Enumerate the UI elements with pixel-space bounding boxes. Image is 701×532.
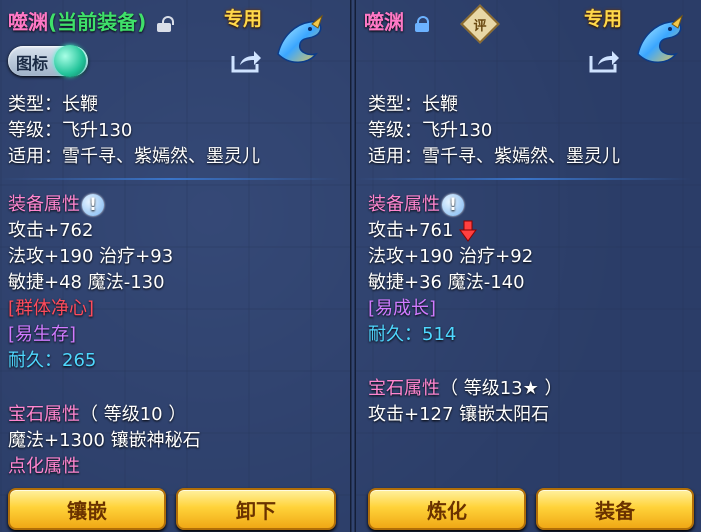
share-icon[interactable]: [230, 48, 262, 74]
review-badge-icon[interactable]: 评: [460, 4, 500, 44]
attr-agility-mana: 敏捷+36 魔法-140: [368, 272, 525, 293]
gem-level: （ 等级10 ）: [80, 404, 187, 425]
item-name: 噬渊: [8, 10, 48, 34]
exclusive-tag: 专用: [584, 8, 623, 30]
exclusive-tag: 专用: [224, 8, 263, 30]
attr-magic-heal: 法攻+190 治疗+92: [368, 246, 534, 267]
attr-attack: 攻击+761: [368, 220, 454, 241]
lock-icon[interactable]: [414, 15, 429, 32]
equip-button[interactable]: 装备: [536, 488, 694, 530]
dragon-emblem-icon: [277, 14, 324, 63]
item-name-title: 噬渊(当前装备): [8, 6, 175, 35]
item-type: 类型：长鞭: [368, 94, 458, 115]
info-icon[interactable]: [82, 192, 104, 218]
item-basic-info: 类型：长鞭 等级：飞升130 适用：雪千寻、紫嫣然、墨灵儿: [368, 92, 620, 170]
item-name-title: 噬渊: [364, 6, 429, 35]
refine-button[interactable]: 炼化: [368, 488, 526, 530]
unlock-icon[interactable]: [157, 15, 175, 32]
durability: 耐久：265: [8, 350, 97, 371]
item-type: 类型：长鞭: [8, 94, 98, 115]
gem-line: 攻击+127 镶嵌太阳石: [368, 404, 550, 425]
gem-attributes: 宝石属性（ 等级10 ） 魔法+1300 镶嵌神秘石 点化属性: [8, 402, 201, 480]
arrow-down-icon: [459, 220, 478, 242]
item-applies: 适用：雪千寻、紫嫣然、墨灵儿: [8, 146, 260, 167]
unequip-button[interactable]: 卸下: [176, 488, 336, 530]
attr-attack: 攻击+762: [8, 220, 94, 241]
icon-toggle-switch[interactable]: 图标: [8, 45, 88, 77]
gem-title: 宝石属性: [368, 378, 440, 399]
special-effect: [群体净心]: [8, 298, 95, 319]
inlay-button[interactable]: 镶嵌: [8, 488, 166, 530]
dragon-emblem-icon: [637, 14, 684, 63]
durability: 耐久：514: [368, 324, 457, 345]
equip-status: (当前装备): [48, 10, 147, 34]
special-effect: [易成长]: [368, 298, 437, 319]
equipped-item-panel: 噬渊(当前装备) 专用 图标 类型：长鞭 等级：飞升130 适用：雪千寻、紫嫣然…: [0, 0, 350, 532]
section-divider: [0, 178, 340, 180]
equip-attributes: 装备属性 攻击+761 法攻+190 治疗+92 敏捷+36 魔法-140 [易…: [368, 192, 533, 348]
compare-item-panel: 噬渊 评 专用 类型：长鞭 等级：飞升130 适用：雪千寻、紫嫣然、墨灵儿 装备…: [356, 0, 701, 532]
item-name: 噬渊: [364, 10, 404, 34]
attr-title: 装备属性: [368, 194, 440, 215]
attr-agility-mana: 敏捷+48 魔法-130: [8, 272, 165, 293]
attr-title: 装备属性: [8, 194, 80, 215]
special-effect-secondary: [易生存]: [8, 324, 77, 345]
gem-attributes: 宝石属性（ 等级13★ ） 攻击+127 镶嵌太阳石: [368, 376, 562, 428]
share-icon[interactable]: [588, 48, 620, 74]
refine-title: 点化属性: [8, 456, 80, 477]
gem-level: （ 等级13★ ）: [440, 378, 563, 399]
section-divider: [356, 178, 691, 180]
equip-attributes: 装备属性 攻击+762 法攻+190 治疗+93 敏捷+48 魔法-130 [群…: [8, 192, 173, 374]
gem-line: 魔法+1300 镶嵌神秘石: [8, 430, 201, 451]
item-applies: 适用：雪千寻、紫嫣然、墨灵儿: [368, 146, 620, 167]
gem-title: 宝石属性: [8, 404, 80, 425]
item-basic-info: 类型：长鞭 等级：飞升130 适用：雪千寻、紫嫣然、墨灵儿: [8, 92, 260, 170]
toggle-knob: [54, 45, 86, 77]
item-level: 等级：飞升130: [8, 120, 133, 141]
item-level: 等级：飞升130: [368, 120, 493, 141]
info-icon[interactable]: [442, 192, 464, 218]
icon-toggle-label: 图标: [16, 54, 49, 73]
attr-magic-heal: 法攻+190 治疗+93: [8, 246, 174, 267]
review-badge-label: 评: [473, 18, 487, 34]
